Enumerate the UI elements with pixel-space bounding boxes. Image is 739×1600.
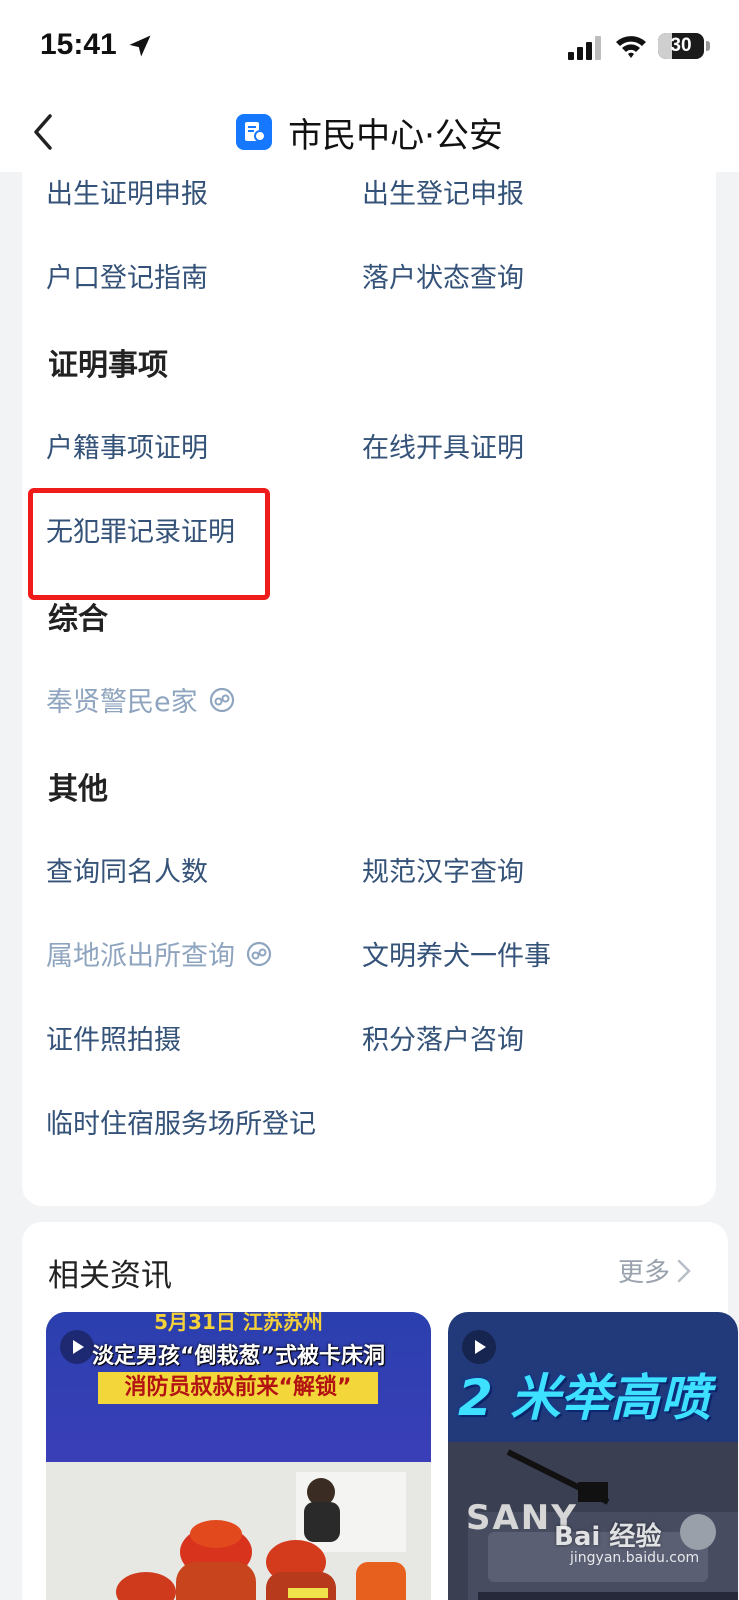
services-card: 出生证明申报 出生登记申报 户口登记指南 落户状态查询 证明事项 户籍事项证明 … [22, 172, 716, 1206]
battery-nub [706, 41, 710, 51]
service-household-guide[interactable]: 户口登记指南 [46, 256, 208, 295]
thumbnail-date: 5月31日 江苏苏州 [154, 1312, 323, 1334]
service-birth-certificate[interactable]: 出生证明申报 [46, 172, 208, 211]
chevron-right-icon [677, 1259, 691, 1282]
mini-program-icon [209, 687, 234, 712]
thumbnail-headline: 淡定男孩“倒栽葱”式被卡床洞 [92, 1344, 385, 1369]
section-title-general: 综合 [48, 602, 108, 637]
service-temporary-lodging[interactable]: 临时住宿服务场所登记 [46, 1102, 316, 1141]
watermark-url: jingyan.baidu.com [570, 1550, 700, 1566]
service-birth-registration[interactable]: 出生登记申报 [362, 172, 524, 211]
thumbnail-header: 5月31日 江苏苏州 淡定男孩“倒栽葱”式被卡床洞 消防员叔叔前来“解锁” [46, 1312, 431, 1462]
wifi-icon [616, 36, 646, 58]
play-icon [60, 1330, 94, 1364]
play-icon [462, 1330, 496, 1364]
nav-bar: 市民中心·公安 [0, 92, 739, 172]
status-time: 15:41 [40, 28, 117, 61]
location-arrow-icon [129, 35, 151, 57]
thumbnail-subhead: 消防员叔叔前来“解锁” [98, 1372, 378, 1404]
battery-percent: 30 [670, 35, 692, 56]
service-same-name-count[interactable]: 查询同名人数 [46, 850, 208, 889]
page-title: 市民中心·公安 [288, 115, 503, 156]
service-id-photo[interactable]: 证件照拍摄 [46, 1018, 181, 1057]
service-online-certificate[interactable]: 在线开具证明 [362, 426, 524, 465]
highlight-box [28, 488, 270, 600]
service-fengxian-police-label: 奉贤警民e家 [46, 687, 198, 718]
news-section-title: 相关资讯 [48, 1258, 172, 1294]
service-dog-registration[interactable]: 文明养犬一件事 [362, 934, 551, 973]
citizen-center-icon [236, 114, 273, 150]
firefighters-image [116, 1472, 406, 1600]
more-news-label: 更多 [618, 1258, 671, 1288]
service-fengxian-police[interactable]: 奉贤警民e家 [46, 680, 236, 719]
mini-program-icon [246, 941, 272, 966]
service-chinese-character[interactable]: 规范汉字查询 [362, 850, 524, 889]
more-news-link[interactable]: 更多 [618, 1252, 692, 1289]
service-police-station[interactable]: 属地派出所查询 [46, 934, 273, 973]
news-video-thumbnail[interactable]: 5月31日 江苏苏州 淡定男孩“倒栽葱”式被卡床洞 消防员叔叔前来“解锁” [46, 1312, 431, 1600]
back-chevron-icon[interactable] [26, 110, 62, 154]
section-title-other: 其他 [48, 772, 108, 807]
status-bar: 15:41 30 [0, 0, 739, 92]
service-police-station-label: 属地派出所查询 [46, 941, 235, 972]
service-settlement-status[interactable]: 落户状态查询 [362, 256, 524, 295]
thumbnail-headline-2: 2 米举高喷 [458, 1369, 711, 1427]
service-points-settlement[interactable]: 积分落户咨询 [362, 1018, 524, 1057]
section-title-certificates: 证明事项 [48, 348, 168, 383]
title-wrap: 市民中心·公安 [0, 92, 739, 172]
baidu-jingyan-watermark: Bai 经验 [554, 1522, 662, 1552]
signal-icon [568, 36, 601, 60]
service-household-certificate[interactable]: 户籍事项证明 [46, 426, 208, 465]
battery-indicator: 30 [658, 33, 704, 59]
